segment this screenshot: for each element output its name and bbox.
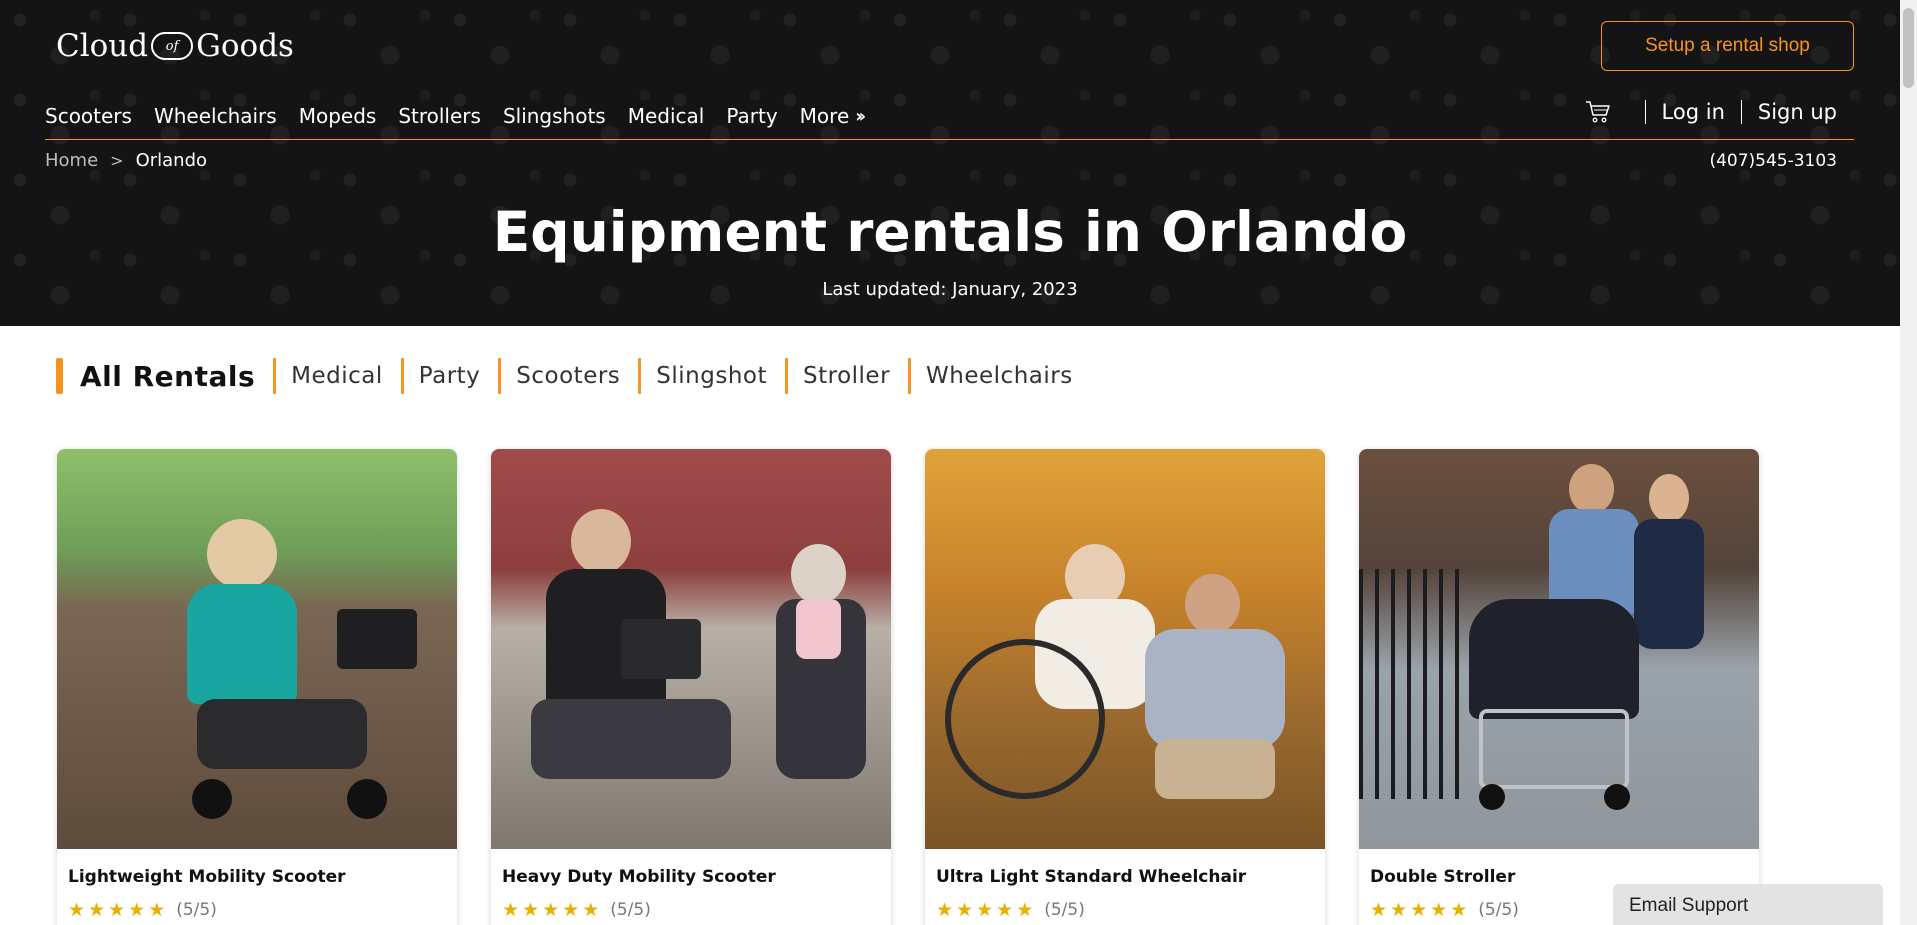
last-updated: Last updated: January, 2023 xyxy=(822,279,1078,300)
product-grid: Lightweight Mobility Scooter ★ ★ ★ ★ ★ (5/5)… xyxy=(57,449,1759,925)
star-icon: ★ xyxy=(542,899,560,921)
product-card[interactable]: Double Stroller ★ ★ ★ ★ ★ (5/5) xyxy=(1359,449,1759,925)
email-support-button[interactable]: Email Support xyxy=(1613,884,1883,925)
star-icon: ★ xyxy=(996,899,1014,921)
breadcrumb: Home > Orlando xyxy=(45,150,207,171)
product-card[interactable]: Ultra Light Standard Wheelchair ★ ★ ★ ★ ★ (5… xyxy=(925,449,1325,925)
rating-score: (5/5) xyxy=(1478,900,1519,920)
logo[interactable]: Cloud of Goods xyxy=(56,28,294,64)
star-icon: ★ xyxy=(522,899,540,921)
phone-number[interactable]: (407)545-3103 xyxy=(1709,151,1837,171)
nav-item-slingshots[interactable]: Slingshots xyxy=(503,104,606,128)
star-icon: ★ xyxy=(68,899,86,921)
login-link[interactable]: Log in xyxy=(1662,100,1725,124)
signup-link[interactable]: Sign up xyxy=(1758,100,1837,124)
star-icon: ★ xyxy=(562,899,580,921)
tab-party[interactable]: Party xyxy=(400,358,499,394)
product-rating: ★ ★ ★ ★ ★ (5/5) xyxy=(502,899,880,921)
tab-wheelchairs[interactable]: Wheelchairs xyxy=(908,358,1091,394)
star-icon: ★ xyxy=(1370,899,1388,921)
star-icon: ★ xyxy=(1410,899,1428,921)
nav-more-label: More xyxy=(799,104,850,128)
hero-header: Cloud of Goods Setup a rental shop Scoot… xyxy=(0,0,1900,326)
page-title: Equipment rentals in Orlando xyxy=(492,200,1408,264)
tab-scooters[interactable]: Scooters xyxy=(498,358,638,394)
star-icon: ★ xyxy=(1016,899,1034,921)
tab-medical[interactable]: Medical xyxy=(273,358,401,394)
rating-score: (5/5) xyxy=(176,900,217,920)
star-icon: ★ xyxy=(88,899,106,921)
product-name[interactable]: Heavy Duty Mobility Scooter xyxy=(502,867,880,887)
account-links: Log in Sign up xyxy=(1585,100,1837,124)
star-icon: ★ xyxy=(1390,899,1408,921)
nav-item-party[interactable]: Party xyxy=(726,104,777,128)
rating-score: (5/5) xyxy=(1044,900,1085,920)
tab-all-rentals[interactable]: All Rentals xyxy=(56,358,273,394)
star-icon: ★ xyxy=(128,899,146,921)
product-image[interactable] xyxy=(925,449,1325,849)
star-icon: ★ xyxy=(976,899,994,921)
main-nav: Scooters Wheelchairs Mopeds Strollers Sl… xyxy=(45,104,884,128)
star-icon: ★ xyxy=(582,899,600,921)
product-card[interactable]: Heavy Duty Mobility Scooter ★ ★ ★ ★ ★ (5/5) xyxy=(491,449,891,925)
star-icon: ★ xyxy=(956,899,974,921)
nav-item-medical[interactable]: Medical xyxy=(628,104,705,128)
setup-rental-shop-button[interactable]: Setup a rental shop xyxy=(1601,21,1854,71)
nav-item-wheelchairs[interactable]: Wheelchairs xyxy=(154,104,277,128)
scrollbar-thumb[interactable] xyxy=(1903,8,1914,88)
star-icon: ★ xyxy=(502,899,520,921)
product-image[interactable] xyxy=(1359,449,1759,849)
divider xyxy=(1644,100,1646,124)
double-chevron-right-icon: ›› xyxy=(855,105,866,127)
tab-stroller[interactable]: Stroller xyxy=(785,358,908,394)
logo-text-right: Goods xyxy=(196,28,294,64)
rating-score: (5/5) xyxy=(610,900,651,920)
nav-item-more[interactable]: More ›› xyxy=(799,104,866,128)
tab-slingshot[interactable]: Slingshot xyxy=(638,358,785,394)
product-image[interactable] xyxy=(57,449,457,849)
nav-item-mopeds[interactable]: Mopeds xyxy=(299,104,377,128)
nav-item-scooters[interactable]: Scooters xyxy=(45,104,132,128)
header-divider xyxy=(45,139,1854,140)
chevron-right-icon: > xyxy=(110,151,124,170)
divider xyxy=(1740,100,1742,124)
product-card[interactable]: Lightweight Mobility Scooter ★ ★ ★ ★ ★ (5/5) xyxy=(57,449,457,925)
product-name[interactable]: Lightweight Mobility Scooter xyxy=(68,867,446,887)
scrollbar-track[interactable] xyxy=(1900,0,1917,925)
cart-icon[interactable] xyxy=(1585,100,1611,124)
nav-item-strollers[interactable]: Strollers xyxy=(398,104,481,128)
logo-text-middle: of xyxy=(165,38,179,54)
category-tabs: All Rentals Medical Party Scooters Sling… xyxy=(56,357,1091,395)
star-icon: ★ xyxy=(108,899,126,921)
logo-text-left: Cloud xyxy=(56,28,149,64)
star-icon: ★ xyxy=(1450,899,1468,921)
product-image[interactable] xyxy=(491,449,891,849)
breadcrumb-home[interactable]: Home xyxy=(45,150,98,171)
product-rating: ★ ★ ★ ★ ★ (5/5) xyxy=(936,899,1314,921)
product-name[interactable]: Ultra Light Standard Wheelchair xyxy=(936,867,1314,887)
star-icon: ★ xyxy=(936,899,954,921)
star-icon: ★ xyxy=(1430,899,1448,921)
star-icon: ★ xyxy=(148,899,166,921)
product-rating: ★ ★ ★ ★ ★ (5/5) xyxy=(68,899,446,921)
breadcrumb-current: Orlando xyxy=(135,150,208,171)
logo-cloud-icon: of xyxy=(151,32,194,60)
